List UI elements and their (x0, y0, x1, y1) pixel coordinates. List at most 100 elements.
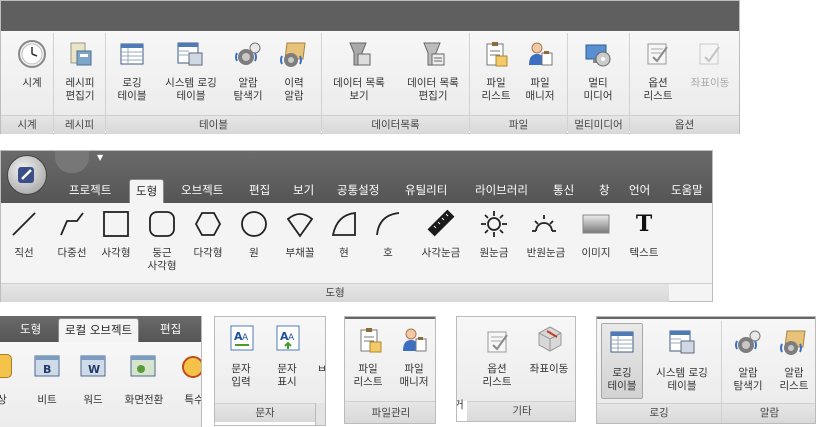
special-function-icon[interactable] (180, 354, 202, 380)
multimedia-icon[interactable] (581, 37, 615, 71)
logging-table-icon[interactable] (607, 327, 637, 357)
circle-scale-icon[interactable] (479, 209, 509, 239)
option-list-icon[interactable] (483, 327, 513, 357)
data-list-editor-label[interactable]: 데이터 목록 편집기 (397, 77, 469, 103)
special-function-label[interactable]: 특수 (174, 394, 201, 407)
bit-label[interactable]: 비트 (24, 394, 70, 407)
file-manager-label[interactable]: 파일 매니저 (515, 77, 565, 103)
alarm-explorer-icon[interactable] (231, 37, 265, 71)
file-manager-icon[interactable] (399, 325, 429, 355)
alarm-explorer-icon[interactable] (733, 327, 763, 357)
line-icon[interactable] (9, 209, 39, 239)
polyline-tool-label[interactable]: 다중선 (47, 247, 97, 260)
alarm-history-icon[interactable] (277, 37, 311, 71)
circle-tool-label[interactable]: 원 (231, 247, 277, 260)
image-tool-label[interactable]: 이미지 (573, 247, 619, 260)
alarm-list-label[interactable]: 알람 리스트 (771, 367, 815, 393)
file-list-icon[interactable] (479, 37, 513, 71)
tab-edit[interactable]: 편집 (160, 316, 181, 342)
alarm-list-icon[interactable] (779, 327, 809, 357)
tab-help[interactable]: 도움말 (671, 177, 703, 203)
file-manager-label[interactable]: 파일 매니저 (391, 363, 435, 389)
special-icon[interactable] (0, 354, 12, 378)
alarm-history-label[interactable]: 이력 알람 (269, 77, 319, 103)
tab-language[interactable]: 언어 (629, 177, 650, 203)
tab-communication[interactable]: 통신 (553, 177, 574, 203)
circle-icon[interactable] (239, 209, 269, 239)
coordinate-move-icon[interactable] (535, 323, 565, 353)
logging-table-label[interactable]: 로깅 테이블 (107, 77, 157, 103)
alarm-explorer-label[interactable]: 알람 탐색기 (725, 367, 771, 393)
file-list-label[interactable]: 파일 리스트 (471, 77, 521, 103)
semicircle-scale-tool-label[interactable]: 반원눈금 (519, 247, 573, 260)
rounded-rect-icon[interactable] (147, 209, 177, 239)
coordinate-move-label[interactable]: 좌표이동 (523, 363, 575, 376)
chord-tool-label[interactable]: 현 (321, 247, 367, 260)
rectangle-tool-label[interactable]: 사각형 (93, 247, 139, 260)
logging-table-label[interactable]: 로깅 테이블 (599, 367, 645, 393)
text-display-label[interactable]: 문자 표시 (265, 363, 309, 389)
arc-tool-label[interactable]: 호 (365, 247, 411, 260)
text-input-icon[interactable]: AA (227, 323, 257, 353)
file-manager-icon[interactable] (523, 37, 557, 71)
system-logging-icon[interactable] (173, 37, 207, 71)
file-list-label[interactable]: 파일 리스트 (345, 363, 391, 389)
system-logging-icon[interactable] (667, 327, 697, 357)
option-list-label[interactable]: 옵션 리스트 (633, 77, 683, 103)
text-display-icon[interactable]: AA (273, 323, 303, 353)
rect-scale-tool-label[interactable]: 사각눈금 (413, 247, 469, 260)
line-tool-label[interactable]: 직선 (1, 247, 47, 260)
data-list-view-label[interactable]: 데이터 목록 보기 (323, 77, 395, 103)
bit-icon[interactable]: B (32, 352, 62, 382)
semicircle-scale-icon[interactable] (529, 209, 559, 239)
tab-edit[interactable]: 편집 (249, 177, 270, 203)
tab-view[interactable]: 보기 (293, 177, 314, 203)
text-tool-label[interactable]: 텍스트 (619, 247, 669, 260)
option-list-label[interactable]: 옵션 리스트 (473, 363, 521, 389)
tab-utility[interactable]: 유틸리티 (405, 177, 447, 203)
tab-local-object[interactable]: 로컬 오브젝트 (58, 318, 140, 342)
arc-icon[interactable] (373, 209, 403, 239)
circle-scale-tool-label[interactable]: 원눈금 (469, 247, 519, 260)
text-input-label[interactable]: 문자 입력 (219, 363, 263, 389)
sector-icon[interactable] (285, 209, 315, 239)
polyline-icon[interactable] (57, 209, 87, 239)
polygon-icon[interactable] (193, 209, 223, 239)
recipe-icon[interactable] (63, 37, 97, 71)
coordinate-move-label[interactable]: 좌표이동 (681, 77, 739, 90)
clock-button-label[interactable]: 시계 (7, 77, 57, 90)
system-logging-label[interactable]: 시스템 로깅 테이블 (155, 77, 227, 103)
screen-switch-label[interactable]: 화면전환 (116, 394, 172, 407)
word-label[interactable]: 워드 (70, 394, 116, 407)
rect-scale-icon[interactable] (425, 207, 457, 239)
option-list-icon[interactable] (641, 37, 675, 71)
tab-shape[interactable]: 도형 (129, 179, 165, 203)
data-list-view-icon[interactable] (341, 37, 375, 71)
text-icon[interactable]: T (631, 209, 657, 239)
tab-window[interactable]: 창 (599, 177, 610, 203)
tab-library[interactable]: 라이브러리 (475, 177, 528, 203)
image-icon[interactable] (581, 209, 611, 239)
special-label[interactable]: 상 (0, 394, 10, 407)
tab-shape[interactable]: 도형 (20, 316, 41, 342)
recipe-editor-label[interactable]: 레시피 편집기 (55, 77, 105, 103)
alarm-explorer-label[interactable]: 알람 탐색기 (223, 77, 273, 103)
tab-object[interactable]: 오브젝트 (181, 177, 223, 203)
polygon-tool-label[interactable]: 다각형 (185, 247, 231, 260)
system-logging-label[interactable]: 시스템 로깅 테이블 (645, 367, 719, 393)
rounded-rect-tool-label[interactable]: 둥근 사각형 (139, 247, 185, 273)
screen-switch-icon[interactable] (128, 352, 158, 382)
multimedia-label[interactable]: 멀티 미디어 (573, 77, 623, 103)
data-list-editor-icon[interactable] (415, 37, 449, 71)
chord-icon[interactable] (329, 209, 359, 239)
tab-common-settings[interactable]: 공통설정 (337, 177, 379, 203)
rectangle-icon[interactable] (101, 209, 131, 239)
word-icon[interactable]: W (78, 352, 108, 382)
logging-table-icon[interactable] (115, 37, 149, 71)
quick-access-dropdown[interactable]: ▼ (97, 151, 103, 165)
coordinate-move-icon[interactable] (693, 37, 727, 71)
tab-project[interactable]: 프로젝트 (69, 177, 111, 203)
file-list-icon[interactable] (355, 325, 385, 355)
clock-icon[interactable] (15, 37, 49, 71)
sector-tool-label[interactable]: 부채꼴 (277, 247, 323, 260)
